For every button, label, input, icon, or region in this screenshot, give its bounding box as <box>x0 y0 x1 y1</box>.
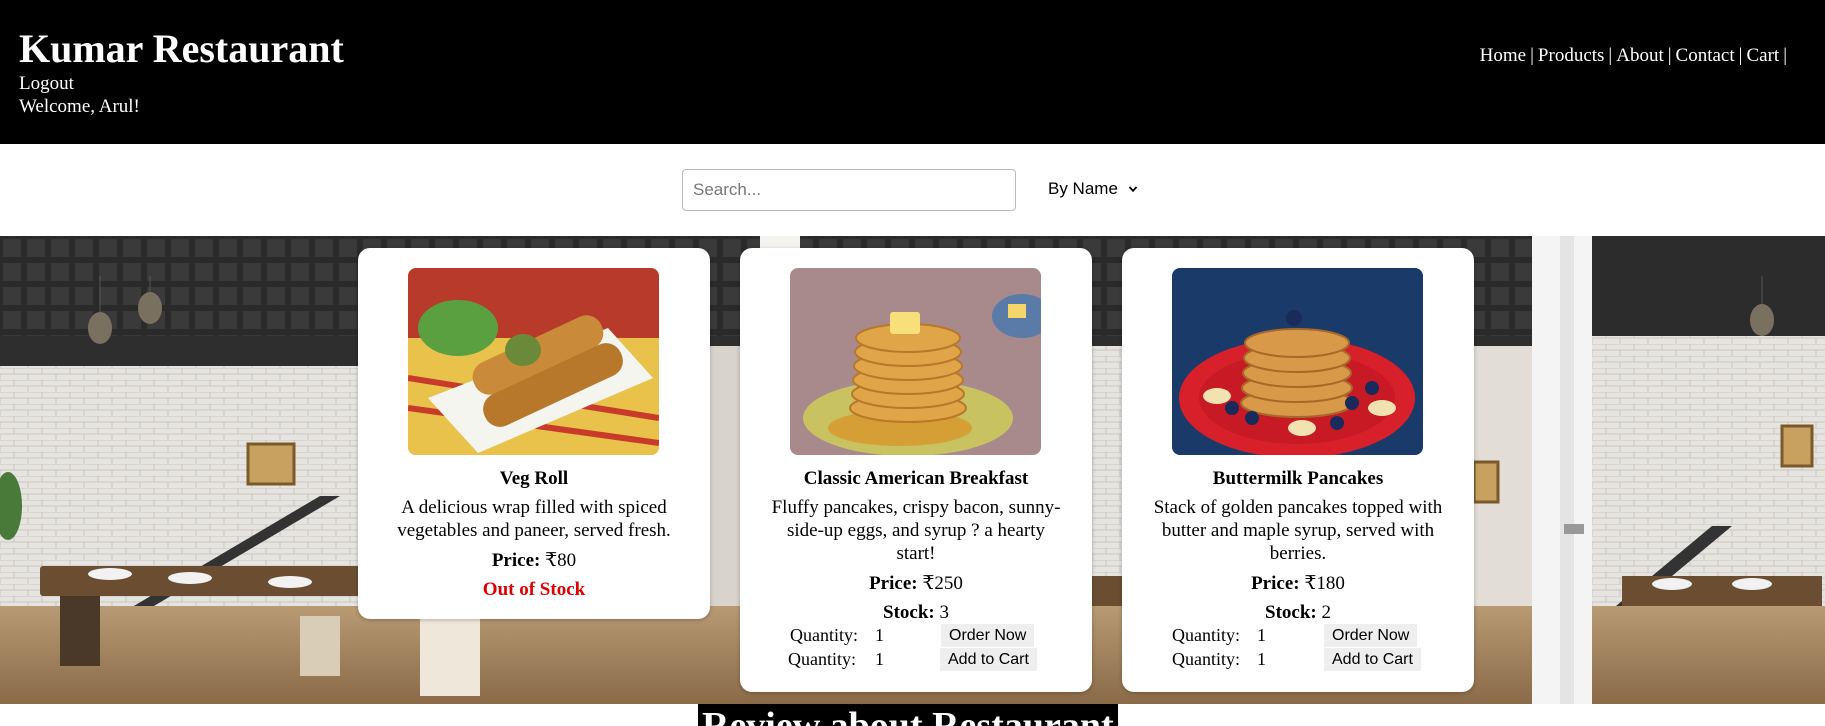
nav-products[interactable]: Products <box>1538 45 1605 66</box>
price-value: ₹250 <box>922 573 963 594</box>
veg-roll-image <box>408 268 659 455</box>
cart-quantity-input[interactable]: 1 <box>1257 648 1297 671</box>
restaurant-interior-repeat <box>1592 236 1825 704</box>
veg-roll-photo <box>408 268 659 455</box>
nav-contact[interactable]: Contact <box>1676 45 1735 66</box>
sort-selected-label: By Name <box>1048 179 1118 198</box>
background-pillar <box>1532 236 1592 704</box>
brand-title: Kumar Restaurant <box>19 26 344 71</box>
price-label: Price: <box>491 550 541 571</box>
welcome-message: Welcome, Arul! <box>19 96 140 117</box>
product-price: Price: ₹250 <box>740 572 1092 595</box>
order-now-button[interactable]: Order Now <box>1324 624 1418 647</box>
stock-label: Stock: <box>883 602 935 623</box>
cart-row: Quantity: 1 Add to Cart <box>1122 648 1474 671</box>
quantity-label: Quantity: <box>1172 649 1240 669</box>
order-quantity-input[interactable]: 1 <box>1257 624 1297 647</box>
chevron-down-icon <box>1128 186 1138 193</box>
product-card-buttermilk-pancakes: Buttermilk Pancakes Stack of golden panc… <box>1122 248 1474 692</box>
nav-separator: | <box>1608 45 1613 66</box>
order-row: Quantity: 1 Order Now <box>740 624 1092 647</box>
product-description: A delicious wrap filled with spiced vege… <box>397 497 671 541</box>
product-description: Stack of golden pancakes topped with but… <box>1153 497 1443 564</box>
order-row: Quantity: 1 Order Now <box>1122 624 1474 647</box>
add-to-cart-button[interactable]: Add to Cart <box>1324 648 1421 671</box>
price-label: Price: <box>869 573 918 594</box>
product-name: Classic American Breakfast <box>803 468 1029 489</box>
product-name: Buttermilk Pancakes <box>1212 468 1384 489</box>
main-nav: Home | Products | About | Contact | Cart | <box>1480 45 1791 67</box>
search-input[interactable] <box>682 169 1016 211</box>
review-heading: Review about Restaurant <box>698 704 1118 726</box>
cart-row: Quantity: 1 Add to Cart <box>740 648 1092 671</box>
stock-value: 3 <box>939 602 949 623</box>
nav-separator: | <box>1667 45 1672 66</box>
site-header: Kumar Restaurant Logout Welcome, Arul! H… <box>0 0 1825 144</box>
price-value: ₹80 <box>545 550 577 571</box>
berry-pancakes-image <box>1172 268 1423 455</box>
add-to-cart-button[interactable]: Add to Cart <box>940 648 1037 671</box>
product-card-classic-american-breakfast: Classic American Breakfast Fluffy pancak… <box>740 248 1092 692</box>
quantity-label: Quantity: <box>790 625 858 645</box>
sort-select[interactable]: By Name <box>1048 178 1138 200</box>
out-of-stock-label: Out of Stock <box>482 579 586 600</box>
product-price: Price: ₹80 <box>358 549 710 572</box>
nav-home[interactable]: Home <box>1480 45 1526 66</box>
nav-cart[interactable]: Cart <box>1746 45 1779 66</box>
stock-value: 2 <box>1321 602 1331 623</box>
nav-separator: | <box>1530 45 1534 66</box>
nav-separator: | <box>1738 45 1743 66</box>
product-description: Fluffy pancakes, crispy bacon, sunny-sid… <box>771 497 1061 564</box>
pancake-stack-image <box>790 268 1041 455</box>
product-stock: Stock: 2 <box>1122 601 1474 624</box>
product-price: Price: ₹180 <box>1122 572 1474 595</box>
price-label: Price: <box>1251 573 1300 594</box>
cart-quantity-input[interactable]: 1 <box>875 648 915 671</box>
order-now-button[interactable]: Order Now <box>941 624 1035 647</box>
price-value: ₹180 <box>1304 573 1345 594</box>
pancake-stack-photo <box>790 268 1041 455</box>
pillar-illustration <box>1532 236 1592 704</box>
berry-pancakes-photo <box>1172 268 1423 455</box>
product-card-veg-roll: Veg Roll A delicious wrap filled with sp… <box>358 248 710 619</box>
logout-link[interactable]: Logout <box>19 73 74 95</box>
product-stock: Stock: 3 <box>740 601 1092 624</box>
nav-about[interactable]: About <box>1616 45 1664 66</box>
nav-separator: | <box>1783 45 1787 66</box>
product-name: Veg Roll <box>499 468 569 489</box>
order-quantity-input[interactable]: 1 <box>875 624 915 647</box>
quantity-label: Quantity: <box>1172 625 1240 645</box>
stock-label: Stock: <box>1265 602 1317 623</box>
quantity-label: Quantity: <box>788 649 856 669</box>
